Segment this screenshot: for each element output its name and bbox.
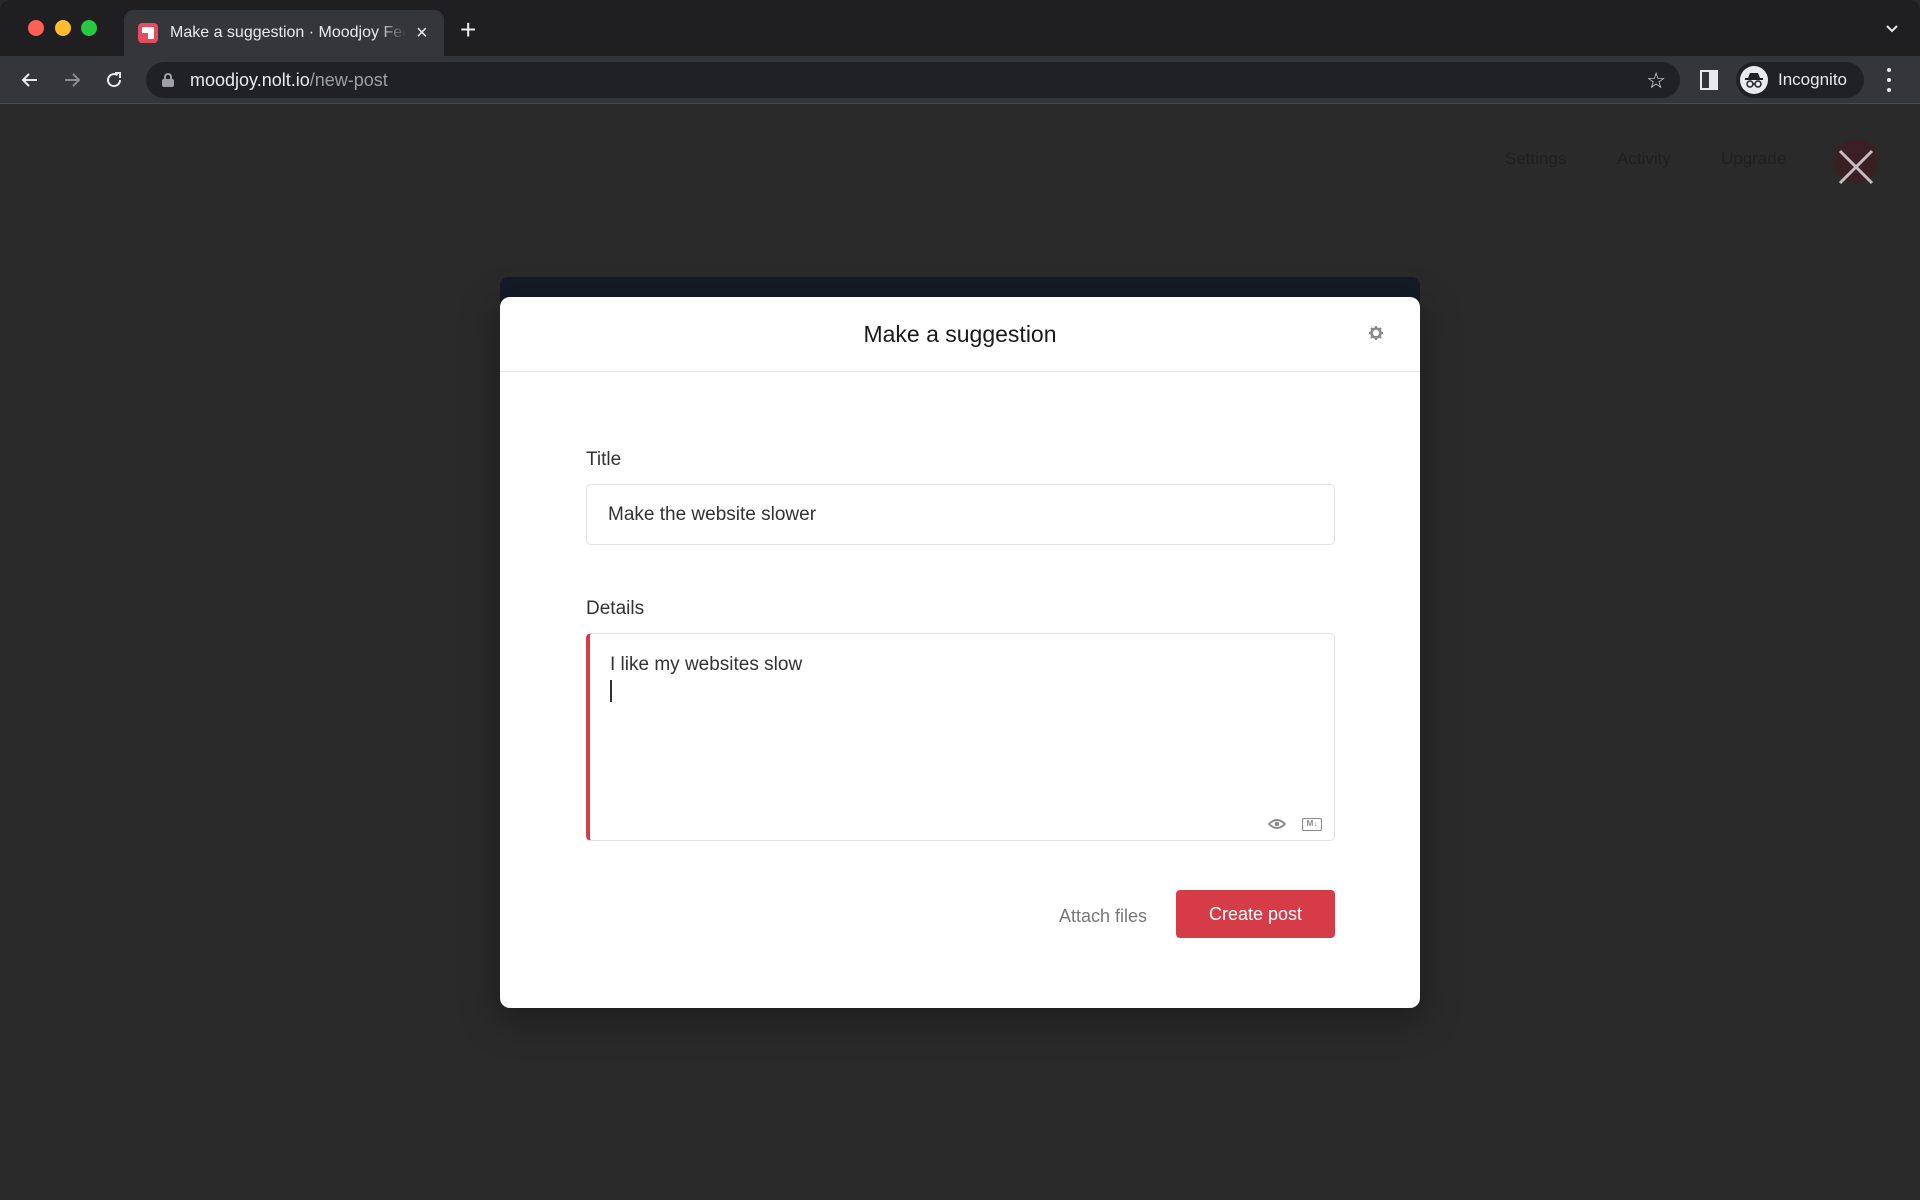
tab-close-icon[interactable]: × [416, 23, 428, 43]
close-window-button[interactable] [28, 20, 44, 36]
title-label: Title [586, 449, 622, 470]
arrow-right-icon [65, 73, 81, 87]
browser-toolbar: moodjoy.nolt.io/new-post ☆ Incognito [0, 56, 1920, 104]
lock-icon [162, 73, 174, 87]
attach-files-button[interactable]: Attach files [1059, 906, 1147, 927]
tab-title: Make a suggestion · Moodjoy Feedback [170, 24, 406, 41]
close-modal-icon[interactable] [1836, 147, 1876, 187]
details-text: I like my websites slow [610, 652, 802, 702]
title-input[interactable] [586, 484, 1335, 545]
modal-header: Make a suggestion [500, 297, 1420, 372]
details-textarea[interactable]: I like my websites slow M↓ [586, 633, 1335, 841]
browser-window: Make a suggestion · Moodjoy Feedback × +… [0, 0, 1920, 1200]
nav-upgrade[interactable]: Upgrade [1721, 149, 1786, 169]
incognito-icon [1740, 66, 1768, 94]
text-caret [610, 680, 612, 702]
preview-eye-icon[interactable] [1268, 818, 1286, 830]
browser-tab[interactable]: Make a suggestion · Moodjoy Feedback × [124, 10, 444, 56]
markdown-icon: M↓ [1302, 818, 1322, 831]
minimize-window-button[interactable] [55, 20, 71, 36]
gear-icon[interactable] [1368, 325, 1384, 341]
back-button[interactable] [16, 66, 44, 94]
tab-strip: Make a suggestion · Moodjoy Feedback × + [0, 0, 1920, 56]
details-label: Details [586, 598, 645, 619]
arrow-left-icon [21, 73, 37, 87]
tab-search-chevron-icon[interactable] [1884, 20, 1900, 36]
url-path: /new-post [309, 69, 388, 90]
nav-activity[interactable]: Activity [1617, 149, 1671, 169]
create-post-button[interactable]: Create post [1176, 890, 1335, 938]
side-panel-icon[interactable] [1700, 70, 1718, 90]
reload-button[interactable] [100, 66, 128, 94]
modal-title: Make a suggestion [863, 320, 1057, 347]
nav-settings[interactable]: Settings [1505, 149, 1566, 169]
new-tab-button[interactable]: + [460, 16, 476, 44]
nolt-favicon-icon [138, 23, 158, 43]
suggestion-modal: Make a suggestion Title Details I like m… [500, 297, 1420, 1008]
forward-button[interactable] [58, 66, 86, 94]
address-bar[interactable]: moodjoy.nolt.io/new-post ☆ [146, 62, 1680, 98]
bookmark-star-icon[interactable]: ☆ [1646, 68, 1666, 94]
maximize-window-button[interactable] [81, 20, 97, 36]
url-host: moodjoy.nolt.io [190, 69, 310, 90]
reload-icon [107, 72, 122, 88]
browser-menu-icon[interactable] [1886, 68, 1892, 92]
incognito-label: Incognito [1778, 70, 1847, 89]
incognito-profile-button[interactable]: Incognito [1736, 62, 1864, 98]
